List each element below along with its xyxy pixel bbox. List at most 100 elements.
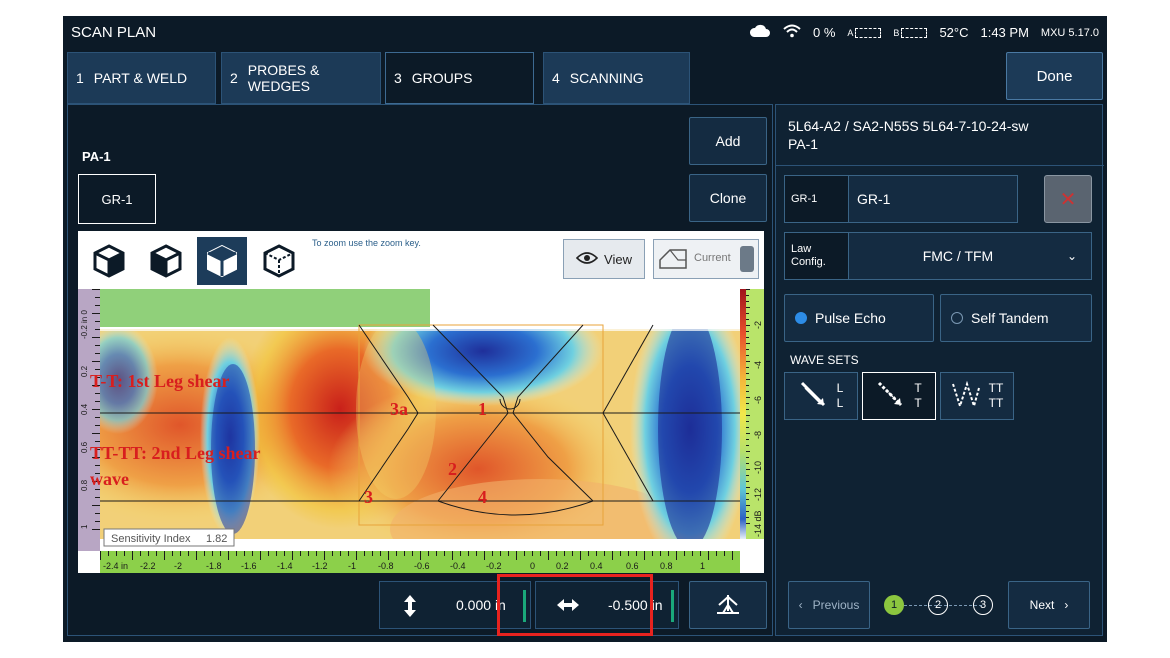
current-toggle[interactable]: Current: [653, 239, 759, 279]
x-tick: -2.2: [140, 561, 156, 571]
eye-icon: [575, 251, 599, 268]
x-tick: -0.6: [414, 561, 430, 571]
group-name-field[interactable]: GR-1 GR-1: [784, 175, 1018, 223]
drive-a-indicator: A: [847, 27, 882, 38]
colorbar-tick: -8: [753, 431, 763, 439]
x-tick: 1: [700, 561, 705, 571]
x-tick: -2: [174, 561, 182, 571]
annotation-tttt-wave: wave: [90, 469, 129, 489]
wave-sets-label: WAVE SETS: [790, 353, 859, 367]
x-tick: 0.8: [660, 561, 673, 571]
chevron-right-icon: ›: [1064, 598, 1069, 612]
x-tick: -1.2: [312, 561, 328, 571]
y-tick: 0.2: [80, 365, 89, 377]
colorbar-tick: -2: [753, 321, 763, 329]
group-settings-panel: 5L64-A2 / SA2-N55S 5L64-7-10-24-sw PA-1 …: [775, 104, 1104, 636]
cube-view-3d-icon[interactable]: [254, 237, 304, 285]
x-tick: 0.6: [626, 561, 639, 571]
y-tick: 0.6: [80, 441, 89, 453]
y-tick: 0.4: [80, 403, 89, 415]
tab-part-weld[interactable]: 1 PART & WELD: [67, 52, 216, 104]
cloud-icon: [749, 24, 771, 41]
delete-group-button[interactable]: ✕: [1044, 175, 1092, 223]
zone-label: 3a: [390, 399, 408, 419]
x-tick: 0.4: [590, 561, 603, 571]
step-2[interactable]: 2: [928, 595, 948, 615]
zone-label: 3: [364, 487, 373, 507]
annotation-tttt: TT-TT: 2nd Leg shear: [90, 443, 261, 463]
direct-ray-icon: [799, 380, 829, 413]
probe-position-button[interactable]: [689, 581, 767, 629]
tab-scanning[interactable]: 4 SCANNING: [543, 52, 690, 104]
x-tick: -1: [348, 561, 356, 571]
part-shape-icon: [658, 248, 688, 273]
group-name-value: GR-1: [857, 191, 891, 207]
x-tick: -1.8: [206, 561, 222, 571]
step-3[interactable]: 3: [973, 595, 993, 615]
x-tick: -1.6: [241, 561, 257, 571]
radio-off-icon: [951, 312, 963, 324]
skip-ray-icon: [951, 380, 981, 413]
status-indicators: 0 % A B 52°C 1:43 PM MXU 5.17.0: [749, 24, 1099, 41]
wave-set-ll[interactable]: LL: [784, 372, 858, 420]
law-config-select[interactable]: Law Config. FMC / TFM ⌄: [784, 232, 1092, 280]
pulse-echo-radio[interactable]: Pulse Echo: [784, 294, 934, 342]
wave-set-tt[interactable]: TT: [862, 372, 936, 420]
tfm-viewer: To zoom use the zoom key. View Current -…: [78, 231, 764, 573]
field-indicator: [671, 590, 674, 622]
x-tick: -0.4: [450, 561, 466, 571]
previous-button[interactable]: ‹ Previous: [788, 581, 870, 629]
self-tandem-label: Self Tandem: [971, 310, 1049, 326]
x-tick: -1.4: [277, 561, 293, 571]
y-tick: 1: [80, 524, 89, 529]
x-tick: -0.2: [486, 561, 502, 571]
drive-b-indicator: B: [893, 27, 928, 38]
tfm-image: -2.4 in -2.2 -2 -1.8 -1.6 -1.4 -1.2 -1 -…: [78, 289, 764, 573]
annotation-tt: T-T: 1st Leg shear: [90, 371, 230, 391]
self-tandem-radio[interactable]: Self Tandem: [940, 294, 1092, 342]
view-label: View: [604, 251, 632, 267]
sensitivity-value: 1.82: [206, 533, 227, 545]
groups-panel: PA-1 GR-1 Add Clone To zoom use the zoom…: [67, 104, 773, 636]
highlight-box: [497, 574, 653, 636]
law-config-label: Law Config.: [785, 233, 849, 279]
pa-group-label: PA-1: [82, 149, 111, 164]
zoom-hint: To zoom use the zoom key.: [312, 238, 421, 248]
group-small-label: GR-1: [785, 176, 849, 222]
view-button[interactable]: View: [563, 239, 645, 279]
colorbar-tick: -12: [753, 488, 763, 501]
temperature: 52°C: [939, 25, 969, 40]
shear-ray-icon: [876, 380, 906, 413]
colorbar-tick: -14 dB: [753, 510, 763, 537]
chevron-down-icon: ⌄: [1066, 249, 1077, 263]
cube-view-front-icon[interactable]: [84, 237, 134, 285]
step-1[interactable]: 1: [884, 595, 904, 615]
law-config-value: FMC / TFM: [922, 248, 994, 264]
toggle-knob: [740, 246, 754, 272]
cube-view-top-icon[interactable]: [197, 237, 247, 285]
add-button[interactable]: Add: [689, 117, 767, 165]
clone-button[interactable]: Clone: [689, 174, 767, 222]
battery-level: 0 %: [813, 25, 836, 40]
sensitivity-label: Sensitivity Index: [111, 533, 191, 545]
app-title: SCAN PLAN: [71, 24, 157, 41]
x-tick: -2.4 in: [103, 561, 128, 571]
colorbar-tick: -6: [753, 396, 763, 404]
wave-set-tttt[interactable]: TT TT: [940, 372, 1014, 420]
probe-wedge-title: 5L64-A2 / SA2-N55S 5L64-7-10-24-sw PA-1: [788, 118, 1029, 152]
chevron-left-icon: ‹: [798, 598, 803, 612]
tab-probes-wedges[interactable]: 2 PROBES & WEDGES: [221, 52, 381, 104]
device-screen: SCAN PLAN 0 % A B 52°C 1:43 PM MXU 5.17.…: [63, 16, 1107, 642]
zone-label: 4: [478, 487, 487, 507]
cube-view-side-icon[interactable]: [141, 237, 191, 285]
group-gr1-button[interactable]: GR-1: [78, 174, 156, 224]
vertical-arrows-icon: [402, 594, 418, 621]
next-button[interactable]: Next ›: [1008, 581, 1090, 629]
done-button[interactable]: Done: [1006, 52, 1103, 100]
x-tick: -0.8: [378, 561, 394, 571]
x-tick: 0.2: [556, 561, 569, 571]
y-tick: 0.8: [80, 479, 89, 491]
radio-on-icon: [795, 312, 807, 324]
close-icon: ✕: [1059, 188, 1077, 211]
tab-groups[interactable]: 3 GROUPS: [385, 52, 534, 104]
